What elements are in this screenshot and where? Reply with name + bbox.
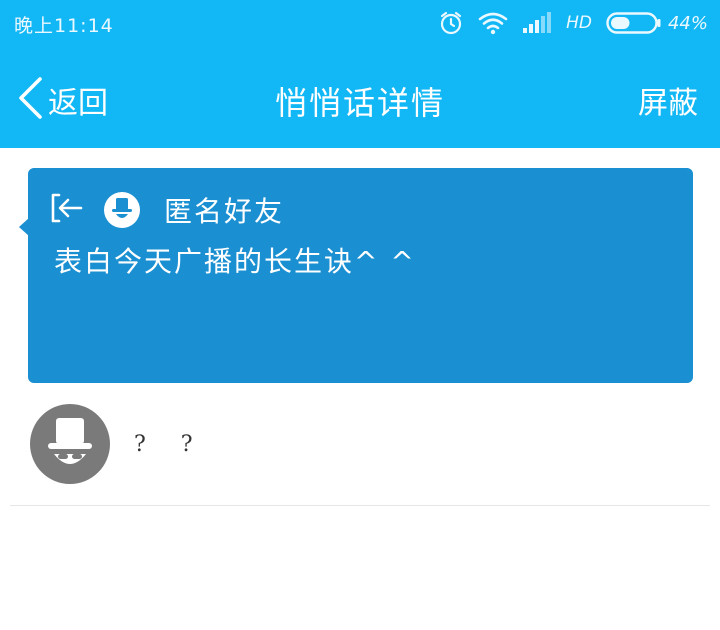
wifi-icon bbox=[478, 11, 508, 35]
sender-name: 匿名好友 bbox=[164, 195, 285, 228]
status-time: 晚上11:14 bbox=[14, 15, 114, 37]
anonymous-avatar bbox=[30, 404, 110, 484]
whisper-message-card: 匿名好友 表白今天广播的长生诀^ ^ bbox=[19, 168, 693, 383]
signal-icon bbox=[522, 12, 552, 34]
anonymous-avatar-icon bbox=[104, 192, 140, 228]
top-hat-mask-icon bbox=[48, 418, 92, 464]
exit-arrow-icon bbox=[50, 192, 84, 228]
reply-item[interactable]: ? ? bbox=[30, 404, 690, 484]
message-text: 表白今天广播的长生诀^ ^ bbox=[54, 245, 416, 278]
network-label: HD bbox=[566, 13, 592, 33]
reply-text: ? ? bbox=[134, 431, 207, 457]
divider bbox=[10, 505, 710, 506]
status-icons: HD 44% bbox=[438, 9, 708, 37]
top-bar: 晚上11:14 HD 44% 返回 悄悄话详情 屏蔽 bbox=[0, 0, 720, 148]
alarm-icon bbox=[438, 10, 464, 36]
page-title: 悄悄话详情 bbox=[274, 84, 445, 122]
battery-percent: 44% bbox=[667, 12, 708, 34]
message-header: 匿名好友 bbox=[50, 190, 284, 230]
block-button[interactable]: 屏蔽 bbox=[638, 78, 698, 122]
battery-indicator: 44% bbox=[606, 12, 708, 34]
battery-icon bbox=[606, 12, 662, 34]
